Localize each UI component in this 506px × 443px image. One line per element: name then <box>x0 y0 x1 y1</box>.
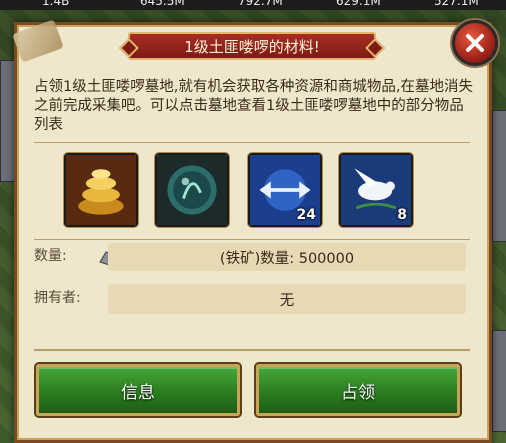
item-slot[interactable] <box>64 153 138 227</box>
map-building <box>492 330 506 432</box>
close-icon <box>466 34 484 52</box>
close-button[interactable] <box>452 20 498 66</box>
item-slot[interactable] <box>155 153 229 227</box>
item-slot[interactable]: 8 <box>339 153 413 227</box>
quantity-field: (铁矿)数量: 500000 <box>108 243 466 271</box>
resource-gold: 527.1M <box>434 0 479 8</box>
info-button[interactable]: 信息 <box>36 364 240 416</box>
resource-bar: 1.4B 645.5M 792.7M 629.1M 527.1M <box>0 0 506 10</box>
dialog-title: 1级土匪喽啰的材料! <box>184 37 320 56</box>
map-building <box>492 110 506 242</box>
crystal-orb-icon <box>157 155 227 225</box>
gold-ingots-icon <box>66 155 136 225</box>
divider <box>34 349 470 351</box>
resource-iron: 629.1M <box>336 0 381 8</box>
dialog-title-banner: 1级土匪喽啰的材料! <box>128 32 376 60</box>
owner-label: 拥有者: <box>34 290 81 306</box>
quantity-label: 数量: <box>34 248 67 264</box>
resource-stone: 792.7M <box>238 0 283 8</box>
item-count: 24 <box>296 207 316 223</box>
dialog-description: 占领1级土匪喽啰墓地,就有机会获取各种资源和商城物品,在墓地消失之前完成采集吧。… <box>34 79 473 133</box>
owner-field: 无 <box>108 284 466 314</box>
resource-wood: 645.5M <box>140 0 185 8</box>
item-count: 8 <box>397 207 407 223</box>
occupy-button[interactable]: 占领 <box>256 364 460 416</box>
resource-food: 1.4B <box>42 0 70 8</box>
item-slot[interactable]: 24 <box>248 153 322 227</box>
